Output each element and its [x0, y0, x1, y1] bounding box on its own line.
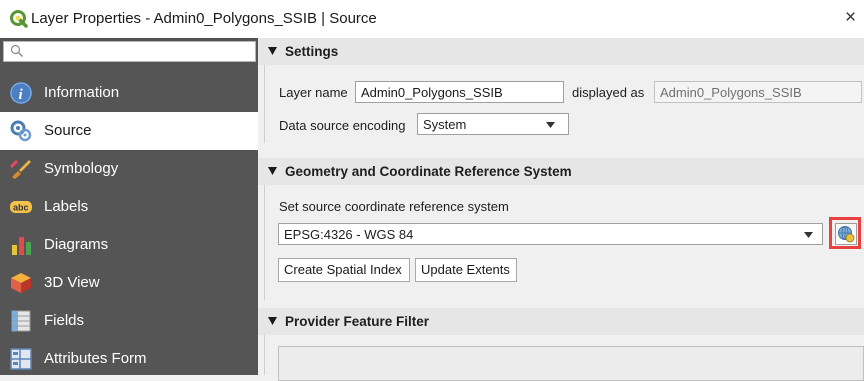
- select-crs-button[interactable]: [829, 217, 861, 249]
- crs-select[interactable]: EPSG:4326 - WGS 84: [278, 223, 823, 245]
- symbology-icon: [9, 159, 31, 179]
- displayed-as-label: displayed as: [572, 85, 645, 100]
- layer-name-input[interactable]: [355, 81, 564, 103]
- sidebar-item-diagrams[interactable]: Diagrams: [0, 226, 258, 264]
- update-extents-button[interactable]: Update Extents: [415, 258, 517, 282]
- sidebar-item-symbology[interactable]: Symbology: [0, 150, 258, 188]
- source-icon: [10, 120, 32, 142]
- sidebar-item-label: Attributes Form: [44, 350, 147, 367]
- window-title: Layer Properties - Admin0_Polygons_SSIB …: [31, 10, 377, 27]
- sidebar-item-label: Fields: [44, 312, 85, 329]
- geometry-section-header[interactable]: Geometry and Coordinate Reference System: [258, 158, 864, 185]
- globe-crs-icon: [838, 226, 855, 243]
- close-icon[interactable]: ×: [845, 7, 856, 29]
- sidebar-item-label: Source: [44, 122, 92, 139]
- sidebar-item-label: 3D View: [44, 274, 100, 291]
- encoding-value: System: [423, 117, 467, 132]
- information-icon: i: [10, 82, 32, 104]
- sidebar-item-label: Symbology: [44, 160, 119, 177]
- sidebar-item-label: Information: [44, 84, 120, 101]
- search-input[interactable]: [28, 43, 252, 61]
- sidebar: i Information Source Symbology abc Label…: [0, 38, 258, 375]
- feature-filter-box[interactable]: [278, 346, 864, 381]
- sidebar-item-3d-view[interactable]: 3D View: [0, 264, 258, 302]
- settings-section-header[interactable]: Settings: [258, 38, 864, 65]
- collapse-triangle-icon: [268, 167, 277, 175]
- encoding-label: Data source encoding: [279, 118, 406, 133]
- title-bar: Layer Properties - Admin0_Polygons_SSIB …: [0, 0, 864, 38]
- collapse-triangle-icon: [268, 317, 277, 325]
- sidebar-item-label: Diagrams: [44, 236, 109, 253]
- section-title: Geometry and Coordinate Reference System: [285, 164, 572, 179]
- diagrams-icon: [12, 237, 31, 255]
- crs-label: Set source coordinate reference system: [279, 199, 509, 214]
- chevron-down-icon: [546, 122, 555, 128]
- fields-icon: [11, 310, 31, 332]
- 3d-view-icon: [11, 273, 31, 293]
- search-box[interactable]: [3, 41, 256, 62]
- qgis-logo-icon: [10, 10, 28, 28]
- attributes-form-icon: [10, 348, 32, 370]
- sidebar-item-source[interactable]: Source: [0, 112, 258, 150]
- filter-section-header[interactable]: Provider Feature Filter: [258, 308, 864, 335]
- encoding-select[interactable]: System: [417, 113, 569, 135]
- displayed-as-field: [654, 81, 862, 103]
- layer-name-label: Layer name: [279, 85, 348, 100]
- svg-text:abc: abc: [13, 203, 29, 213]
- labels-icon: abc: [10, 201, 32, 213]
- select-crs-button-face: [835, 223, 857, 245]
- collapse-triangle-icon: [268, 47, 277, 55]
- section-title: Settings: [285, 44, 339, 59]
- sidebar-item-information[interactable]: i Information: [0, 74, 258, 112]
- sidebar-item-fields[interactable]: Fields: [0, 302, 258, 340]
- search-icon: [10, 44, 23, 57]
- sidebar-item-attributes-form[interactable]: Attributes Form: [0, 340, 258, 378]
- chevron-down-icon: [804, 232, 813, 238]
- create-spatial-index-button[interactable]: Create Spatial Index: [278, 258, 410, 282]
- content-panel: Settings Layer name displayed as Data so…: [258, 38, 864, 381]
- sidebar-item-labels[interactable]: abc Labels: [0, 188, 258, 226]
- crs-value: EPSG:4326 - WGS 84: [284, 227, 414, 242]
- sidebar-item-label: Labels: [44, 198, 89, 215]
- section-title: Provider Feature Filter: [285, 314, 430, 329]
